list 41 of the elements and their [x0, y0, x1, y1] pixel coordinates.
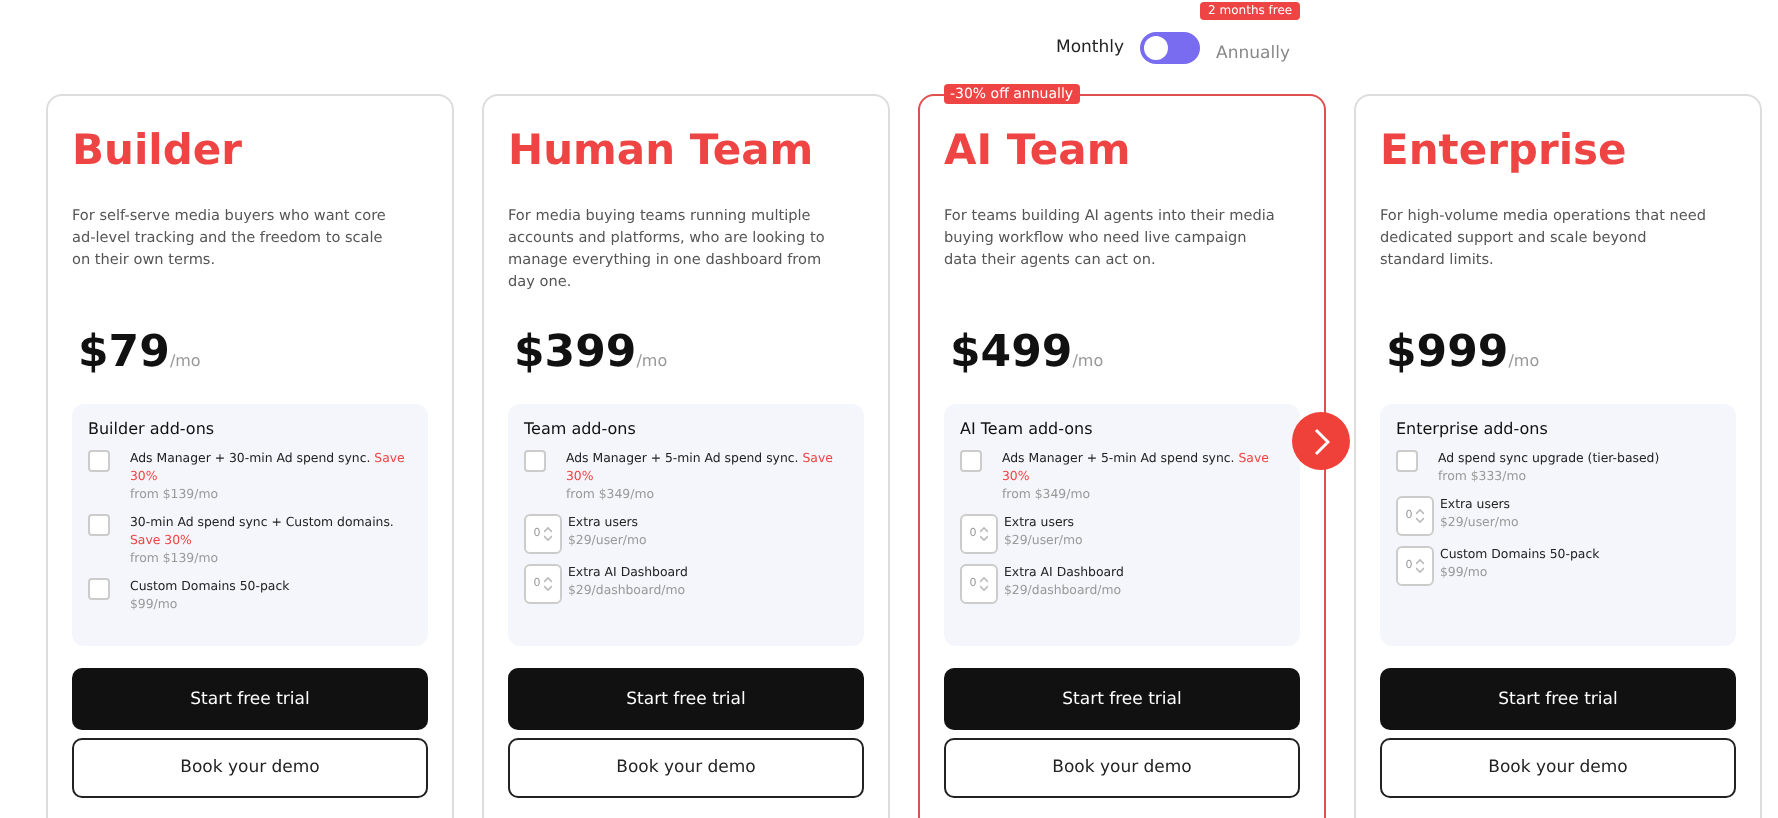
addons-title: Enterprise add-ons	[1396, 420, 1550, 438]
start-trial-button[interactable]: Start free trial	[944, 668, 1300, 730]
book-demo-button[interactable]: Book your demo	[508, 738, 864, 798]
stepper-arrows-icon	[1416, 556, 1425, 576]
addon-checkbox[interactable]	[524, 450, 546, 472]
book-demo-button[interactable]: Book your demo	[1380, 738, 1736, 798]
plan-name: Enterprise	[1380, 126, 1629, 178]
addon-checkbox[interactable]	[960, 450, 982, 472]
plan-name: Builder	[72, 126, 244, 178]
price-period: /mo	[1072, 352, 1104, 370]
addon-checkbox[interactable]	[88, 450, 110, 472]
price-period: /mo	[169, 352, 201, 370]
addon-checkbox[interactable]	[88, 514, 110, 536]
addon-checkbox[interactable]	[88, 578, 110, 600]
stepper-arrows-icon	[544, 524, 553, 544]
billing-toggle[interactable]	[1140, 31, 1201, 63]
stepper-arrows-icon	[980, 574, 989, 594]
addon-checkbox[interactable]	[1396, 450, 1418, 472]
plan-price: $399	[514, 328, 637, 378]
addons-title: AI Team add-ons	[960, 420, 1095, 438]
stepper-arrows-icon	[1416, 506, 1425, 526]
addons-title: Team add-ons	[524, 420, 638, 438]
book-demo-button[interactable]: Book your demo	[944, 738, 1300, 798]
plan-name: Human Team	[508, 126, 816, 178]
start-trial-button[interactable]: Start free trial	[508, 668, 864, 730]
billing-option[interactable]: Annually	[1216, 44, 1290, 64]
price-period: /mo	[636, 352, 668, 370]
stepper-arrows-icon	[544, 574, 553, 594]
plan-price: $79	[78, 328, 170, 378]
addons-title: Builder add-ons	[88, 420, 217, 438]
stepper-arrows-icon	[980, 524, 989, 544]
chevron-right-icon	[1313, 427, 1329, 455]
billing-option[interactable]: Monthly	[1056, 37, 1125, 57]
start-trial-button[interactable]: Start free trial	[1380, 668, 1736, 730]
next-button[interactable]	[1292, 412, 1350, 470]
plan-name: AI Team	[944, 126, 1133, 178]
plan-price: $999	[1386, 328, 1509, 378]
start-trial-button[interactable]: Start free trial	[72, 668, 428, 730]
plan-price: $499	[950, 328, 1073, 378]
price-period: /mo	[1508, 352, 1540, 370]
book-demo-button[interactable]: Book your demo	[72, 738, 428, 798]
